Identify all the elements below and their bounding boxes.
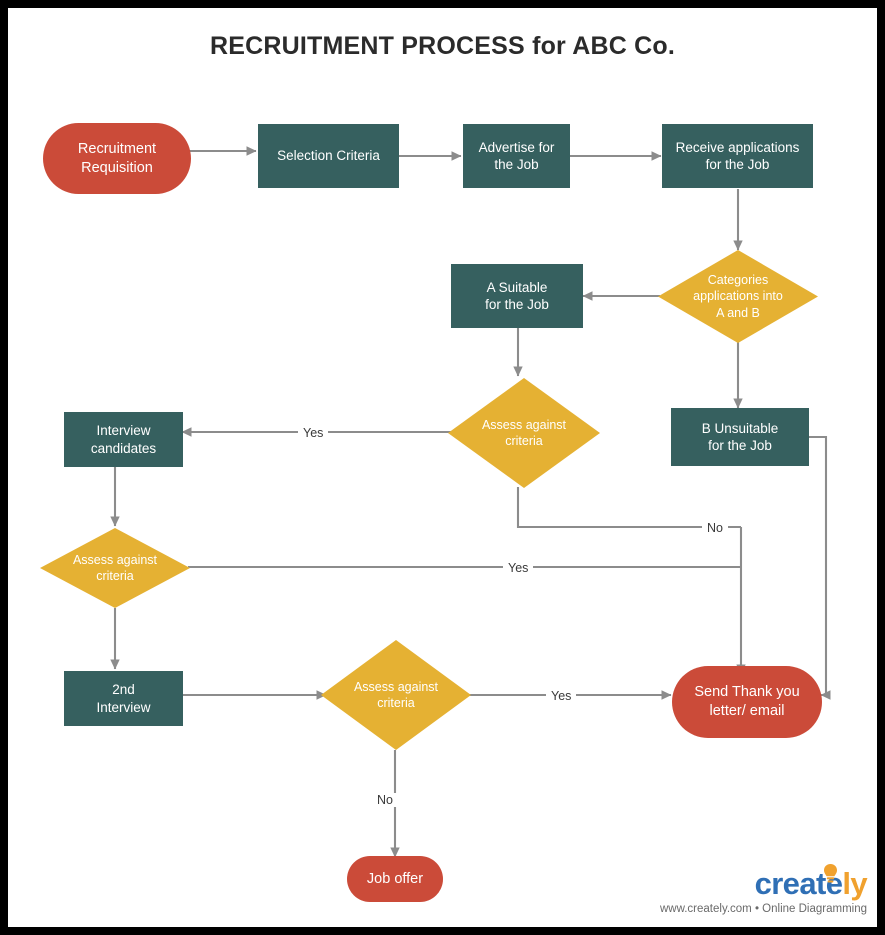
edge-label-assess1-no: No	[702, 521, 728, 535]
logo-tagline: www.creately.com • Online Diagramming	[659, 903, 867, 915]
node-job-offer[interactable]: Job offer	[347, 856, 443, 902]
node-categories-applications[interactable]: Categories applications into A and B	[658, 250, 818, 343]
node-label: 2nd Interview	[96, 682, 151, 715]
node-label: Assess against criteria	[353, 679, 439, 710]
edge-label-assess3-no: No	[372, 793, 398, 807]
node-label: A Suitable for the Job	[485, 279, 549, 312]
node-label: Recruitment Requisition	[77, 140, 157, 176]
diagram-canvas: RECRUITMENT PROCESS for ABC Co. Recruitm…	[0, 0, 885, 935]
node-label: Assess against criteria	[481, 417, 567, 448]
node-b-unsuitable[interactable]: B Unsuitable for the Job	[671, 408, 809, 466]
creately-logo[interactable]: creately www.creately.com • Online Diagr…	[659, 864, 868, 915]
node-recruitment-requisition[interactable]: Recruitment Requisition	[43, 123, 191, 194]
node-assess-against-criteria-2[interactable]: Assess against criteria	[40, 528, 190, 608]
page-title: RECRUITMENT PROCESS for ABC Co.	[209, 32, 675, 60]
node-send-thank-you[interactable]: Send Thank you letter/ email	[672, 666, 822, 738]
node-interview-candidates[interactable]: Interview candidates	[64, 412, 183, 467]
node-label: Selection Criteria	[277, 148, 380, 164]
node-label: Categories applications into A and B	[693, 273, 783, 320]
diagram-sheet: RECRUITMENT PROCESS for ABC Co. Recruitm…	[8, 8, 877, 927]
node-label: Interview candidates	[90, 423, 157, 456]
node-label: Assess against criteria	[72, 552, 158, 583]
node-label: Job offer	[366, 870, 424, 887]
edge-label-assess2-yes: Yes	[503, 561, 534, 575]
logo-text: creately	[755, 866, 868, 901]
node-second-interview[interactable]: 2nd Interview	[64, 671, 183, 726]
edge-label-assess1-yes: Yes	[298, 426, 329, 440]
lightbulb-icon	[824, 864, 837, 883]
node-assess-against-criteria-1[interactable]: Assess against criteria	[448, 378, 600, 488]
node-assess-against-criteria-3[interactable]: Assess against criteria	[321, 640, 471, 750]
node-a-suitable[interactable]: A Suitable for the Job	[451, 264, 583, 328]
node-receive-applications[interactable]: Receive applications for the Job	[662, 124, 813, 188]
node-label: Send Thank you letter/ email	[694, 684, 800, 719]
logo-text-ly: ly	[842, 866, 867, 901]
node-advertise-for-the-job[interactable]: Advertise for the Job	[463, 124, 570, 188]
node-label: B Unsuitable for the Job	[701, 420, 779, 453]
node-selection-criteria[interactable]: Selection Criteria	[258, 124, 399, 188]
node-label: Advertise for the Job	[478, 139, 555, 172]
node-label: Receive applications for the Job	[675, 139, 800, 172]
edge-label-assess3-yes: Yes	[546, 689, 577, 703]
